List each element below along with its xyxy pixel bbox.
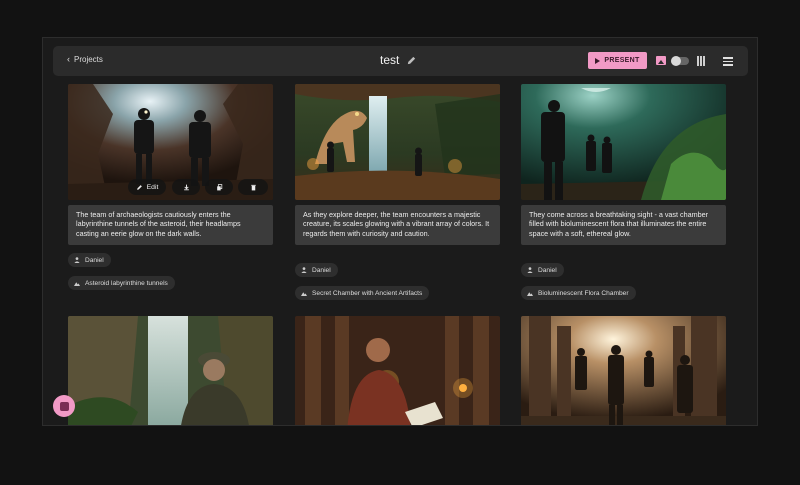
character-chip[interactable]: Daniel bbox=[521, 263, 564, 277]
download-button[interactable] bbox=[172, 179, 200, 195]
person-icon bbox=[301, 267, 307, 273]
chat-icon bbox=[59, 401, 69, 411]
pencil-icon bbox=[136, 184, 142, 190]
character-name: Daniel bbox=[538, 266, 557, 274]
chat-button[interactable] bbox=[53, 395, 75, 417]
play-icon bbox=[595, 57, 601, 64]
scene-image-waterfall-explorer[interactable] bbox=[68, 316, 273, 425]
character-name: Daniel bbox=[312, 266, 331, 274]
present-label: PRESENT bbox=[604, 57, 640, 64]
download-icon bbox=[183, 184, 189, 190]
edit-label: Edit bbox=[146, 183, 159, 191]
landscape-icon bbox=[74, 282, 80, 286]
edit-button[interactable]: Edit bbox=[128, 179, 166, 195]
duplicate-button[interactable] bbox=[205, 179, 233, 195]
person-icon bbox=[527, 267, 533, 273]
location-name: Asteroid labyrinthine tunnels bbox=[85, 279, 168, 287]
page-title: test bbox=[380, 53, 400, 67]
view-toggle-switch[interactable] bbox=[671, 56, 689, 66]
character-name: Daniel bbox=[85, 256, 104, 264]
character-chip[interactable]: Daniel bbox=[68, 253, 111, 267]
pencil-icon[interactable] bbox=[406, 55, 417, 66]
title-group: test bbox=[380, 53, 417, 67]
scene-image-creature-waterfall[interactable] bbox=[295, 84, 500, 200]
location-name: Bioluminescent Flora Chamber bbox=[538, 289, 629, 297]
back-to-projects-link[interactable]: ‹ Projects bbox=[67, 54, 103, 64]
location-chip[interactable]: Bioluminescent Flora Chamber bbox=[521, 286, 636, 300]
film-strip-icon[interactable] bbox=[697, 56, 705, 66]
character-chip[interactable]: Daniel bbox=[295, 263, 338, 277]
location-chip[interactable]: Secret Chamber with Ancient Artifacts bbox=[295, 286, 430, 300]
toggle-knob bbox=[671, 56, 681, 66]
scene-description[interactable]: They come across a breathtaking sight - … bbox=[521, 205, 726, 245]
location-chip[interactable]: Asteroid labyrinthine tunnels bbox=[68, 276, 175, 290]
menu-icon[interactable] bbox=[723, 57, 733, 66]
copy-icon bbox=[216, 183, 222, 190]
delete-button[interactable] bbox=[238, 179, 268, 195]
storyboard-frame: ‹ Projects test PRESENT Edit The team of… bbox=[42, 37, 758, 426]
scene-image-corridor-group[interactable] bbox=[521, 316, 726, 425]
landscape-icon bbox=[527, 292, 533, 296]
trash-icon bbox=[250, 184, 256, 190]
scene-description[interactable]: The team of archaeologists cautiously en… bbox=[68, 205, 273, 245]
scene-image-flora-chamber[interactable] bbox=[521, 84, 726, 200]
location-name: Secret Chamber with Ancient Artifacts bbox=[312, 289, 423, 297]
present-button[interactable]: PRESENT bbox=[588, 52, 647, 69]
back-label: Projects bbox=[74, 54, 103, 64]
scene-image-scholar-torchlight[interactable] bbox=[295, 316, 500, 425]
chevron-left-icon: ‹ bbox=[67, 54, 70, 64]
image-icon[interactable] bbox=[656, 56, 666, 65]
landscape-icon bbox=[301, 292, 307, 296]
person-icon bbox=[74, 257, 80, 263]
scene-description[interactable]: As they explore deeper, the team encount… bbox=[295, 205, 500, 245]
top-bar: ‹ Projects test PRESENT bbox=[53, 46, 748, 76]
